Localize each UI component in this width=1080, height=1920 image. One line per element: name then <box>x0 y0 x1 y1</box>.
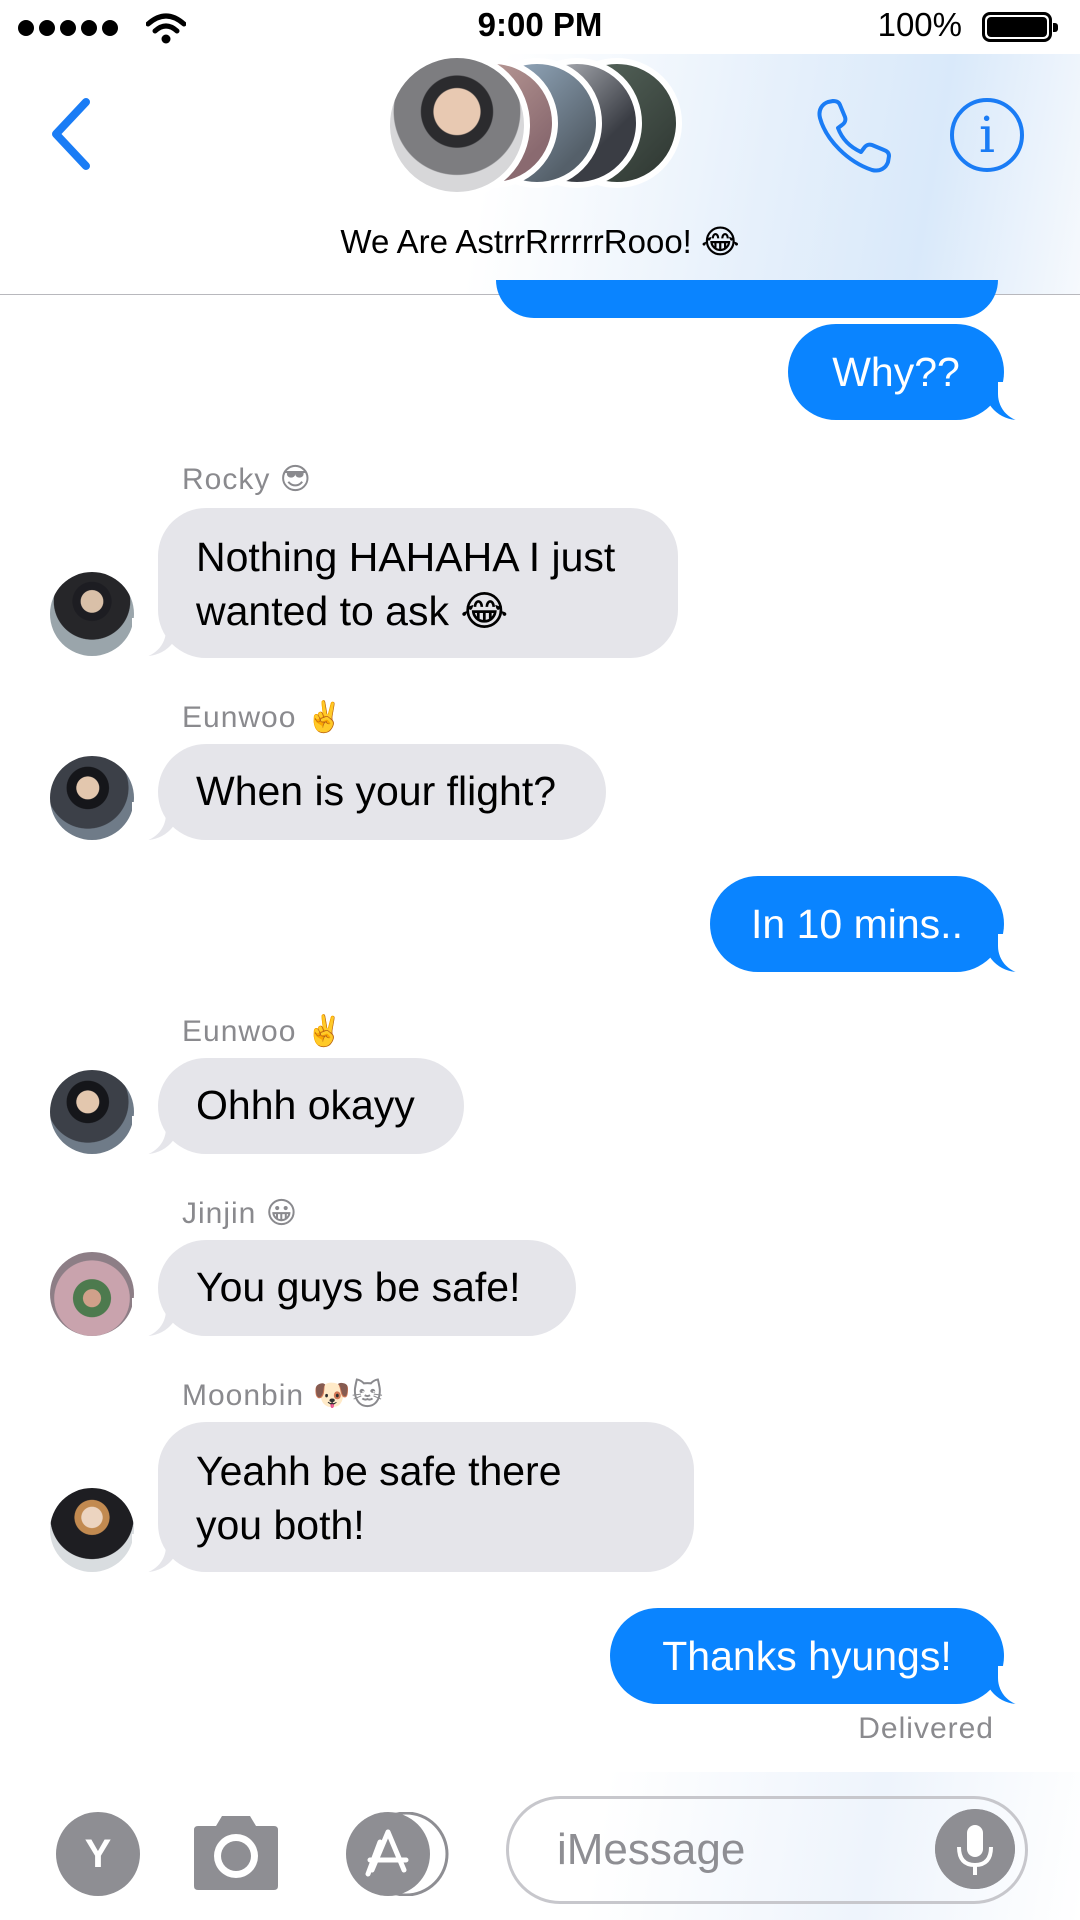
message-bubble-incoming[interactable]: Yeahh be safe there you both! <box>158 1422 694 1572</box>
message-bubble-outgoing-partial <box>496 280 998 318</box>
battery-percentage: 100% <box>877 6 962 43</box>
message-text: Why?? <box>832 349 960 395</box>
phone-icon[interactable] <box>814 96 894 176</box>
message-bubble-outgoing[interactable]: Thanks hyungs! <box>610 1608 1004 1704</box>
message-text: you both! <box>196 1502 365 1548</box>
message-bubble-incoming[interactable]: When is your flight? <box>158 744 606 840</box>
imessage-input[interactable]: iMessage <box>506 1796 1028 1904</box>
sender-name: Rocky 😎 <box>182 463 312 496</box>
avatar-eunwoo[interactable] <box>50 1070 134 1154</box>
app-letter-icon: Y <box>84 1832 112 1876</box>
message-text: Ohhh okayy <box>196 1082 415 1128</box>
camera-icon[interactable] <box>190 1812 282 1892</box>
sender-name: Eunwoo ✌️ <box>182 701 345 734</box>
group-name[interactable]: We Are AstrrRrrrrrRooo! 😂 <box>0 222 1080 261</box>
sender-name: Eunwoo ✌️ <box>182 1015 345 1048</box>
app-drawer-button[interactable]: Y <box>56 1812 140 1896</box>
imessage-placeholder: iMessage <box>557 1825 746 1874</box>
message-text: Yeahh be safe there <box>196 1448 562 1494</box>
group-avatars[interactable] <box>384 52 694 204</box>
message-bubble-outgoing[interactable]: In 10 mins.. <box>710 876 1004 972</box>
app-store-icon[interactable] <box>346 1812 458 1896</box>
avatar-moonbin[interactable] <box>50 1488 134 1572</box>
message-text: You guys be safe! <box>196 1264 521 1310</box>
sender-name: Jinjin 😀 <box>182 1197 298 1230</box>
delivery-status: Delivered <box>858 1712 994 1745</box>
message-text: Nothing HAHAHA I just <box>196 534 616 580</box>
sender-name: Moonbin 🐶🐱 <box>182 1379 385 1412</box>
message-bubble-incoming[interactable]: Nothing HAHAHA I just wanted to ask 😂 <box>158 508 678 658</box>
message-text: When is your flight? <box>196 768 557 814</box>
group-member-avatar <box>384 52 530 198</box>
avatar-eunwoo[interactable] <box>50 756 134 840</box>
back-chevron-icon[interactable] <box>46 94 96 174</box>
message-bubble-incoming[interactable]: Ohhh okayy <box>158 1058 464 1154</box>
message-bubble-outgoing[interactable]: Why?? <box>788 324 1004 420</box>
status-bar: 9:00 PM 100% <box>0 0 1080 54</box>
microphone-icon[interactable] <box>935 1809 1015 1889</box>
message-bubble-incoming[interactable]: You guys be safe! <box>158 1240 576 1336</box>
message-text: Thanks hyungs! <box>662 1633 952 1679</box>
message-text: wanted to ask 😂 <box>196 588 509 634</box>
message-input-bar: Y iMessage <box>0 1772 1080 1920</box>
bubble-tail <box>984 1666 1032 1706</box>
message-text: In 10 mins.. <box>751 901 963 947</box>
avatar-rocky[interactable] <box>50 572 134 656</box>
bubble-tail <box>984 934 1032 974</box>
info-icon[interactable]: i <box>950 98 1024 172</box>
bubble-tail <box>984 382 1032 422</box>
avatar-jinjin[interactable] <box>50 1252 134 1336</box>
conversation-header: We Are AstrrRrrrrrRooo! 😂 i <box>0 52 1080 295</box>
battery-icon <box>982 12 1058 42</box>
